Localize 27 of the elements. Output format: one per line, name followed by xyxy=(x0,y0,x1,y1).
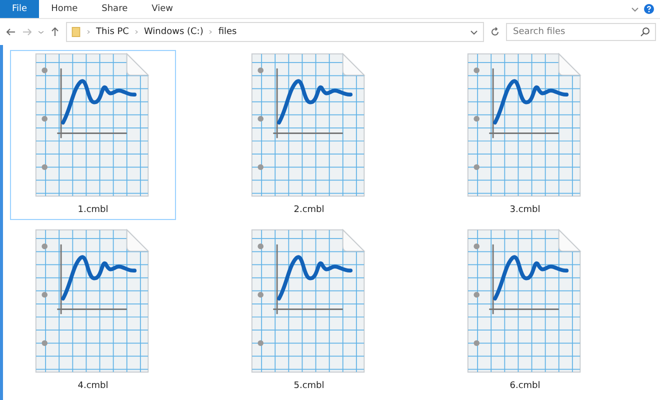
file-name: 6.cmbl xyxy=(510,381,540,391)
file-name: 2.cmbl xyxy=(294,205,324,215)
search-icon xyxy=(640,27,650,37)
back-arrow-icon[interactable] xyxy=(6,27,16,37)
file-tile[interactable]: 6.cmbl xyxy=(442,226,608,396)
breadcrumb[interactable]: This PC xyxy=(96,27,129,37)
up-arrow-icon[interactable] xyxy=(50,27,60,37)
refresh-icon[interactable] xyxy=(490,27,500,37)
file-name: 4.cmbl xyxy=(78,381,108,391)
ribbon-tab[interactable]: File xyxy=(0,0,40,18)
file-tile[interactable]: 3.cmbl xyxy=(442,50,608,220)
ribbon-tab[interactable]: View xyxy=(140,0,185,18)
address-bar[interactable]: This PC Windows (C:) files xyxy=(66,22,484,42)
file-name: 3.cmbl xyxy=(510,205,540,215)
ribbon-tab[interactable]: Share xyxy=(90,0,140,18)
file-name: 1.cmbl xyxy=(78,205,108,215)
breadcrumb[interactable]: files xyxy=(218,27,237,37)
help-icon[interactable] xyxy=(644,4,654,14)
ribbon-tab[interactable]: Home xyxy=(39,0,90,18)
file-tile[interactable]: 2.cmbl xyxy=(226,50,392,220)
file-name: 5.cmbl xyxy=(294,381,324,391)
folder-icon xyxy=(71,27,81,37)
search-field[interactable]: Search files xyxy=(506,23,656,41)
file-tile[interactable]: 5.cmbl xyxy=(226,226,392,396)
file-tile[interactable]: 4.cmbl xyxy=(10,226,176,396)
breadcrumb[interactable]: Windows (C:) xyxy=(144,27,204,37)
file-tile[interactable]: 1.cmbl xyxy=(10,50,176,220)
